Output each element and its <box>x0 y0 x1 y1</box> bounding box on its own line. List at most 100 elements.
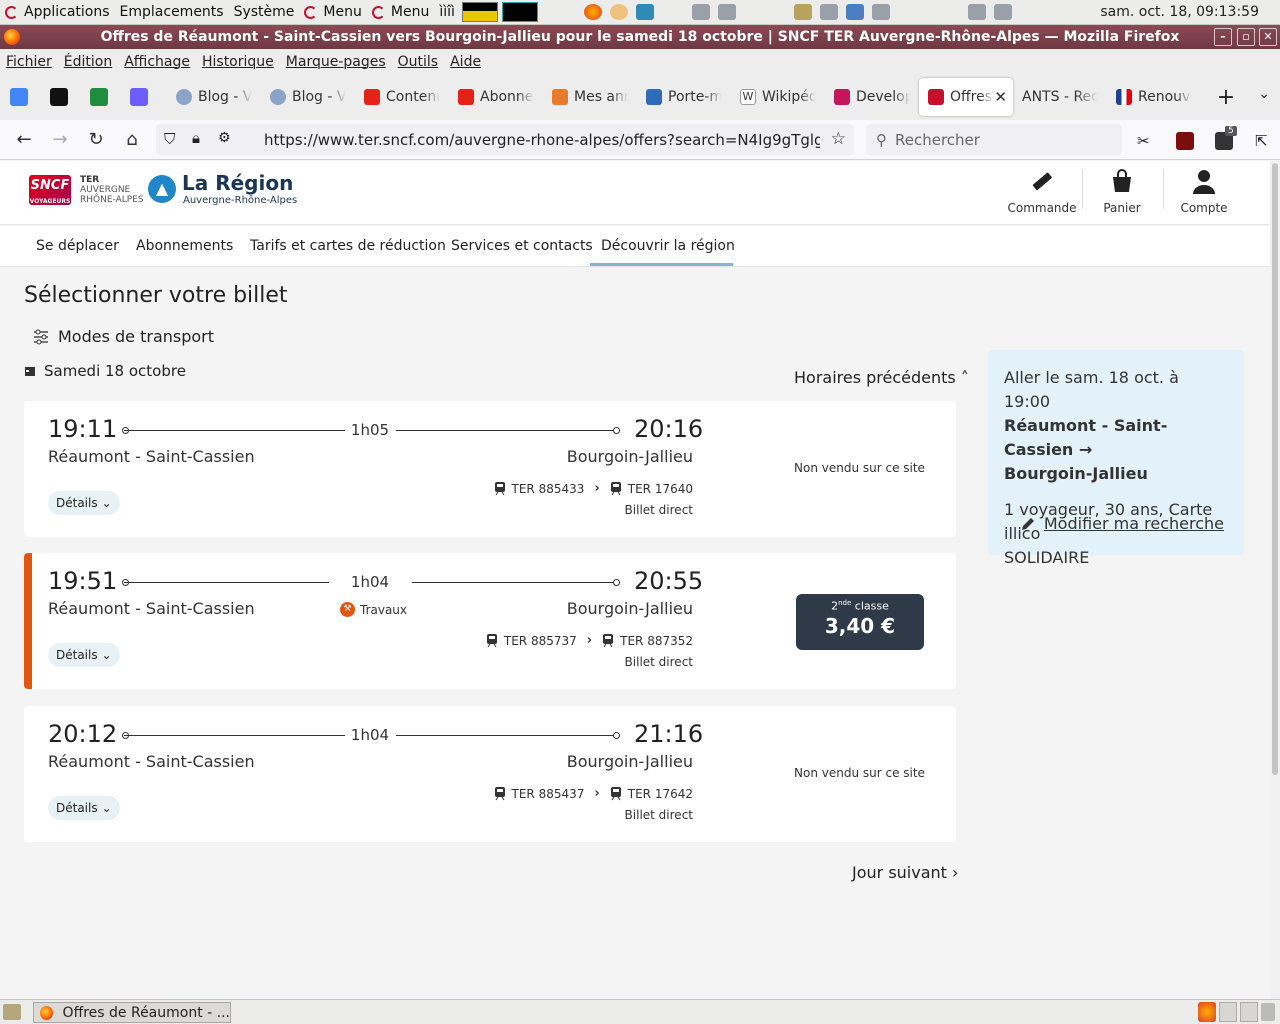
next-day-button[interactable]: Jour suivant › <box>852 863 958 882</box>
nav-discover-region[interactable]: Découvrir la région <box>601 238 735 254</box>
battery-icon[interactable] <box>871 4 890 20</box>
menu-launcher-1[interactable]: Menu <box>299 0 366 25</box>
trash-icon[interactable] <box>1261 1003 1275 1021</box>
timeline-line <box>124 735 345 736</box>
price-button[interactable]: 2nde classe 3,40 € <box>796 594 924 650</box>
url-bar[interactable]: ⛉ 🔒︎ ⚙ https://www.ter.sncf.com/auvergne… <box>156 124 854 155</box>
ublock-icon[interactable] <box>1176 132 1194 150</box>
applications-menu[interactable]: Applications <box>0 0 115 25</box>
maximize-button[interactable]: ▫ <box>1237 28 1255 46</box>
nav-travel[interactable]: Se déplacer <box>36 238 119 254</box>
minimize-button[interactable]: – <box>1214 28 1232 46</box>
duration: 1h04 <box>350 573 390 591</box>
tab-wallet[interactable]: Porte-m <box>637 78 731 116</box>
tab-blog-2[interactable]: Blog - V <box>261 78 355 116</box>
modify-search-link[interactable]: Modifier ma recherche <box>1020 512 1224 536</box>
train-icon <box>603 633 614 647</box>
details-button[interactable]: Détails ⌄ <box>48 796 120 820</box>
account-button[interactable]: Compte <box>1164 165 1244 215</box>
shield-icon[interactable]: ⛉ <box>164 130 175 148</box>
journey-card[interactable]: 20:12 1h04 21:16 Réaumont - Saint-Cassie… <box>24 706 956 842</box>
journey-card[interactable]: 19:11 1h05 20:16 Réaumont - Saint-Cassie… <box>24 401 956 537</box>
menu-view[interactable]: Affichage <box>124 54 190 70</box>
tab-youtube-content[interactable]: Contenu <box>355 78 449 116</box>
workspace-1-icon[interactable] <box>1198 1002 1216 1022</box>
tab-offers-active[interactable]: Offres ✕ <box>919 78 1013 116</box>
details-button[interactable]: Détails ⌄ <box>48 491 120 515</box>
app-launcher-icon[interactable] <box>635 4 654 20</box>
region-title[interactable]: La Région <box>182 171 293 195</box>
sleep-icon[interactable] <box>967 4 986 20</box>
tab-ants[interactable]: ANTS - Rech <box>1013 78 1107 116</box>
close-window-button[interactable]: ✕ <box>1259 28 1277 46</box>
show-desktop-icon[interactable] <box>3 1004 21 1020</box>
extension-icon[interactable]: ✂ <box>1137 132 1155 150</box>
printer-icon[interactable] <box>691 4 710 20</box>
timeline-line <box>396 735 618 736</box>
forward-button[interactable]: → <box>42 129 78 150</box>
url-text[interactable]: https://www.ter.sncf.com/auvergne-rhone-… <box>264 131 820 149</box>
volume-icon[interactable] <box>819 4 838 20</box>
menu-tools[interactable]: Outils <box>398 54 438 70</box>
details-button[interactable]: Détails ⌄ <box>48 643 120 667</box>
previous-times-button[interactable]: Horaires précédents ˄ <box>794 368 969 387</box>
reload-button[interactable]: ↻ <box>78 129 114 150</box>
nav-subscriptions[interactable]: Abonnements <box>136 238 233 254</box>
share-icon[interactable]: ⇱ <box>1255 132 1273 150</box>
nav-services[interactable]: Services et contacts <box>451 238 593 254</box>
smiley-launcher-icon[interactable] <box>609 4 628 20</box>
region-logo-icon: ▲ <box>148 175 176 203</box>
tab-my-ads[interactable]: Mes ann <box>543 78 637 116</box>
departure-time: 19:11 <box>48 415 118 443</box>
train-list: TER 885737 › TER 887352 <box>486 633 693 648</box>
cart-button[interactable]: Panier <box>1082 165 1162 215</box>
menu-history[interactable]: Historique <box>202 54 274 70</box>
scrollbar-thumb[interactable] <box>1272 163 1278 775</box>
permissions-icon[interactable]: ⚙ <box>218 130 231 146</box>
works-notice[interactable]: ⚒ Travaux <box>340 602 407 617</box>
list-tabs-chevron-icon[interactable]: ⌄ <box>1258 86 1270 102</box>
page-scrollbar[interactable] <box>1270 161 1280 999</box>
clock[interactable]: sam. oct. 18, 09:13:59 <box>1100 0 1259 25</box>
system-menu[interactable]: Système <box>229 0 300 25</box>
printer-icon[interactable] <box>717 4 736 20</box>
new-tab-button[interactable]: + <box>1211 85 1241 110</box>
tab-renew[interactable]: Renouve <box>1107 78 1201 116</box>
tab-blog-1[interactable]: Blog - V <box>167 78 261 116</box>
order-button[interactable]: Commande <box>1002 165 1082 215</box>
timeline-dot <box>613 579 620 586</box>
pinned-sheets-tab-icon[interactable] <box>90 88 108 106</box>
pinned-calendar-tab-icon[interactable] <box>10 88 28 106</box>
journey-card-selected[interactable]: 19:51 1h04 20:55 Réaumont - Saint-Cassie… <box>24 553 956 689</box>
pinned-tab-icon[interactable] <box>50 88 68 106</box>
volume-icon[interactable] <box>993 4 1012 20</box>
close-tab-icon[interactable]: ✕ <box>994 88 1007 106</box>
lock-icon[interactable]: 🔒︎ <box>192 129 200 147</box>
home-button[interactable]: ⌂ <box>114 129 150 150</box>
menu-edit[interactable]: Édition <box>64 54 112 70</box>
menu-bookmarks[interactable]: Marque-pages <box>286 54 386 70</box>
menu-file[interactable]: Fichier <box>6 54 52 70</box>
back-button[interactable]: ← <box>6 129 42 150</box>
tab-developer[interactable]: Develop <box>825 78 919 116</box>
menu-help[interactable]: Aide <box>450 54 481 70</box>
tab-youtube-subscribe[interactable]: Abonner <box>449 78 543 116</box>
workspace-3-icon[interactable] <box>1240 1002 1258 1022</box>
menu-launcher-2[interactable]: Menu <box>367 0 434 25</box>
nav-fares[interactable]: Tarifs et cartes de réduction <box>250 238 446 254</box>
places-menu[interactable]: Emplacements <box>115 0 229 25</box>
train-icon <box>610 786 621 800</box>
transport-modes-button[interactable]: Modes de transport <box>33 327 214 346</box>
search-bar[interactable]: ⚲ Rechercher <box>866 124 1122 155</box>
tab-wikipedia[interactable]: W Wikipédi <box>731 78 825 116</box>
tray-display-icon[interactable] <box>793 4 812 20</box>
system-top-panel: Applications Emplacements Système Menu M… <box>0 0 1280 25</box>
firefox-launcher-icon[interactable] <box>583 4 602 20</box>
taskbar-window-firefox[interactable]: Offres de Réaumont - ... <box>33 1002 231 1023</box>
extensions-badge: 5 <box>1225 126 1237 136</box>
bookmark-star-icon[interactable]: ☆ <box>831 129 846 149</box>
search-tray-icon[interactable] <box>845 4 864 20</box>
sncf-logo[interactable]: SNCF VOYAGEURS <box>29 175 71 205</box>
workspace-2-icon[interactable] <box>1219 1002 1237 1022</box>
pinned-tab-icon[interactable] <box>130 88 148 106</box>
